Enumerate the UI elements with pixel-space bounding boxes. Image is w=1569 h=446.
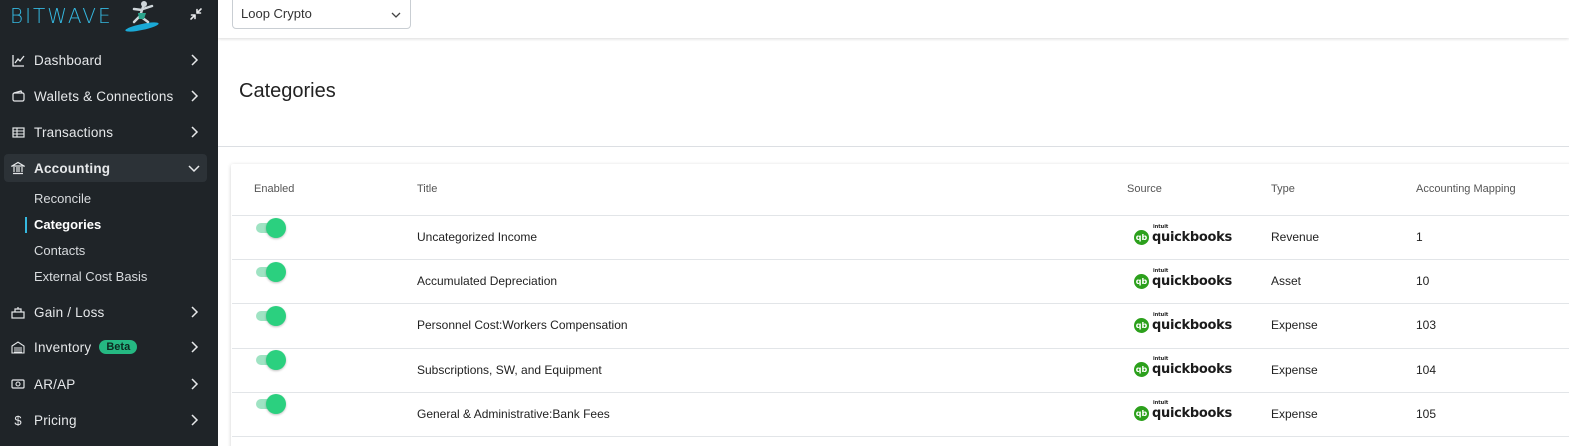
accounting-mapping: 105 <box>1416 407 1437 421</box>
categories-table <box>231 164 1569 446</box>
chevron-right-icon <box>191 90 199 102</box>
enabled-toggle[interactable] <box>254 350 286 370</box>
subnav-item-categories[interactable]: Categories <box>34 216 101 234</box>
cash-icon <box>11 377 25 391</box>
accounting-mapping: 10 <box>1416 274 1430 288</box>
page-title: Categories <box>239 80 336 102</box>
dollar-icon: $ <box>14 412 22 428</box>
category-title: Accumulated Depreciation <box>417 274 558 288</box>
nav-item-transactions[interactable]: Transactions <box>4 118 207 146</box>
chart-line-icon <box>11 53 25 67</box>
nav-label: Pricing <box>34 412 77 428</box>
nav-label: AR/AP <box>34 376 76 392</box>
subnav-item-reconcile[interactable]: Reconcile <box>34 190 91 208</box>
bank-icon <box>11 161 25 175</box>
enabled-toggle[interactable] <box>254 306 286 326</box>
accounting-mapping: 103 <box>1416 318 1437 332</box>
nav-item-wallets[interactable]: Wallets & Connections <box>4 82 207 110</box>
category-type: Asset <box>1271 274 1302 288</box>
quickbooks-logo: qb intuit quickbooks <box>1134 311 1232 333</box>
category-title: General & Administrative:Bank Fees <box>417 407 610 421</box>
column-header-source[interactable]: Source <box>1127 183 1162 195</box>
category-type: Expense <box>1271 363 1318 377</box>
nav-label: Wallets & Connections <box>34 88 174 104</box>
quickbooks-logo: qb intuit quickbooks <box>1134 223 1232 245</box>
quickbooks-logo: qb intuit quickbooks <box>1134 267 1232 289</box>
table-icon <box>11 125 25 139</box>
enabled-toggle[interactable] <box>254 394 286 414</box>
organization-select[interactable]: Loop Crypto <box>232 0 411 29</box>
nav-label: Dashboard <box>34 52 102 68</box>
active-subnav-marker <box>25 217 27 233</box>
column-header-type[interactable]: Type <box>1271 183 1295 195</box>
nav-item-ar-ap[interactable]: AR/AP <box>4 370 207 398</box>
column-header-enabled[interactable]: Enabled <box>254 183 294 195</box>
chevron-right-icon <box>191 126 199 138</box>
subnav-item-external-cost-basis[interactable]: External Cost Basis <box>34 268 147 286</box>
chevron-down-icon <box>188 165 200 173</box>
beta-badge: Beta <box>99 340 138 354</box>
nav-item-gain-loss[interactable]: Gain / Loss <box>4 298 207 326</box>
category-type: Revenue <box>1271 230 1320 244</box>
bitwave-logo[interactable]: BITWAVE <box>10 4 113 28</box>
table-row-divider <box>232 392 1569 393</box>
accounting-mapping: 104 <box>1416 363 1437 377</box>
quickbooks-logo: qb intuit quickbooks <box>1134 399 1232 421</box>
table-row-divider <box>232 259 1569 260</box>
category-type: Expense <box>1271 318 1318 332</box>
nav-item-dashboard[interactable]: Dashboard <box>4 46 207 74</box>
category-title: Uncategorized Income <box>417 230 538 244</box>
chevron-down-icon <box>391 12 401 18</box>
top-bar: Loop Crypto <box>218 0 1569 38</box>
nav-label: Accounting <box>34 160 111 176</box>
enabled-toggle[interactable] <box>254 262 286 282</box>
inventory-icon <box>11 340 25 354</box>
table-row-divider <box>232 436 1569 437</box>
table-row-divider <box>232 348 1569 349</box>
category-title: Subscriptions, SW, and Equipment <box>417 363 602 377</box>
enabled-toggle[interactable] <box>254 218 286 238</box>
category-title: Personnel Cost:Workers Compensation <box>417 318 628 332</box>
chevron-right-icon <box>191 306 199 318</box>
header-divider <box>218 146 1569 147</box>
nav-label: Inventory <box>34 339 92 355</box>
scale-icon <box>11 305 25 319</box>
chevron-right-icon <box>191 414 199 426</box>
accounting-mapping: 1 <box>1416 230 1423 244</box>
nav-item-accounting[interactable]: Accounting <box>4 154 207 182</box>
table-row-divider <box>232 303 1569 304</box>
chevron-right-icon <box>191 341 199 353</box>
column-header-accounting-mapping[interactable]: Accounting Mapping <box>1416 183 1516 195</box>
organization-select-value: Loop Crypto <box>241 6 312 21</box>
chevron-right-icon <box>191 378 199 390</box>
nav-label: Gain / Loss <box>34 304 105 320</box>
nav-label: Transactions <box>34 124 114 140</box>
category-type: Expense <box>1271 407 1318 421</box>
subnav-item-contacts[interactable]: Contacts <box>34 242 85 260</box>
quickbooks-logo: qb intuit quickbooks <box>1134 355 1232 377</box>
chevron-right-icon <box>191 54 199 66</box>
column-header-title[interactable]: Title <box>417 183 437 195</box>
wallet-icon <box>11 89 25 103</box>
collapse-icon[interactable] <box>188 6 204 22</box>
nav-item-inventory[interactable]: Inventory Beta <box>4 333 207 361</box>
surfer-mascot-icon <box>125 1 159 32</box>
nav-item-pricing[interactable]: $ Pricing <box>4 406 207 434</box>
sidebar: BITWAVE Dashboard Wallets & Connections … <box>0 0 218 446</box>
table-header-divider <box>232 215 1569 216</box>
